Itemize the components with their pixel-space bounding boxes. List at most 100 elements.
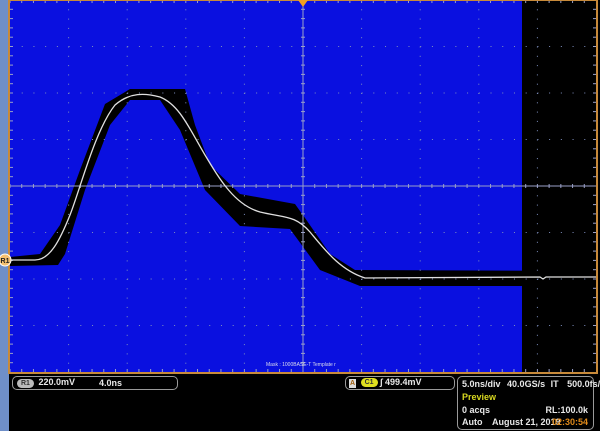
grid-dot: [138, 232, 140, 233]
grid-dot: [326, 139, 328, 140]
grid-dot: [338, 325, 340, 326]
grid-dot: [408, 232, 410, 233]
grid-dot: [185, 232, 187, 233]
grid-dot: [68, 325, 70, 326]
grid-dot: [256, 46, 258, 47]
grid-dot: [291, 278, 293, 280]
grid-dot: [56, 92, 58, 94]
grid-dot: [478, 306, 480, 308]
trigger-source-badge: C1: [360, 378, 378, 388]
grid-dot: [478, 223, 480, 225]
grid-dot: [185, 334, 187, 336]
grid-dot: [536, 74, 538, 76]
grid-dot: [478, 344, 480, 346]
grid-dot: [361, 334, 363, 336]
grid-dot: [326, 46, 328, 47]
grid-dot: [103, 325, 105, 326]
grid-dot: [478, 251, 480, 253]
grid-dot: [572, 278, 574, 280]
grid-dot: [185, 27, 187, 29]
reference-readout[interactable]: R1 220.0mV 4.0ns: [12, 376, 178, 390]
grid-dot: [584, 139, 586, 140]
grid-dot: [536, 334, 538, 336]
grid-dot: [21, 325, 23, 326]
grid-dot: [185, 278, 187, 280]
trigger-readout[interactable]: A C1 ∫ 499.4mV: [345, 376, 455, 390]
acq-state: Preview: [462, 392, 497, 402]
grid-dot: [103, 232, 105, 233]
grid-dot: [185, 65, 187, 67]
grid-dot: [419, 334, 421, 336]
grid-dot: [45, 325, 47, 326]
grid-dot: [478, 92, 480, 94]
grid-dot: [162, 92, 164, 94]
grid-dot: [537, 325, 539, 326]
grid-dot: [243, 74, 245, 76]
grid-dot: [467, 232, 469, 233]
grid-dot: [243, 269, 245, 271]
grid-dot: [243, 344, 245, 346]
grid-dot: [68, 334, 70, 336]
grid-dot: [478, 204, 480, 206]
grid-dot: [185, 297, 187, 299]
grid-dot: [243, 167, 245, 169]
grid-dot: [349, 139, 351, 140]
grid-dot: [197, 92, 199, 94]
grid-dot: [420, 92, 422, 94]
grid-dot: [419, 167, 421, 169]
grid-dot: [478, 148, 480, 150]
grid-dot: [314, 232, 316, 233]
reference-marker-label: R1: [1, 258, 10, 265]
grid-dot: [536, 27, 538, 29]
grid-dot: [338, 139, 340, 140]
grid-dot: [536, 148, 538, 150]
grid-dot: [68, 353, 70, 355]
grid-dot: [419, 102, 421, 104]
grid-dot: [419, 223, 421, 225]
grid-dot: [478, 316, 480, 318]
grid-dot: [174, 46, 176, 47]
grid-dot: [326, 325, 328, 326]
grid-dot: [126, 9, 128, 11]
grid-dot: [174, 232, 176, 233]
rising-edge-icon: ∫: [380, 377, 383, 387]
grid-dot: [126, 120, 128, 122]
grid-dot: [408, 92, 410, 94]
grid-dot: [33, 139, 35, 140]
grid-dot: [361, 46, 363, 47]
grid-dot: [584, 325, 586, 326]
waveform-display[interactable]: R1: [0, 0, 600, 375]
grid-dot: [56, 278, 58, 280]
grid-dot: [536, 260, 538, 262]
grid-dot: [361, 316, 363, 318]
grid-dot: [220, 325, 222, 326]
grid-dot: [243, 120, 245, 122]
grid-dot: [185, 288, 187, 290]
grid-dot: [291, 325, 293, 326]
grid-dot: [419, 158, 421, 160]
grid-dot: [536, 213, 538, 215]
grid-dot: [126, 260, 128, 262]
grid-dot: [162, 139, 164, 140]
grid-dot: [396, 139, 398, 140]
grid-dot: [490, 232, 492, 233]
grid-dot: [243, 316, 245, 318]
grid-dot: [431, 325, 433, 326]
grid-dot: [338, 46, 340, 47]
grid-dot: [244, 232, 246, 233]
grid-dot: [537, 139, 539, 140]
grid-dot: [314, 278, 316, 280]
grid-dot: [197, 325, 199, 326]
grid-dot: [185, 46, 187, 47]
grid-dot: [536, 167, 538, 169]
grid-dot: [361, 241, 363, 243]
grid-dot: [209, 46, 211, 47]
grid-dot: [126, 158, 128, 160]
grid-dot: [68, 288, 70, 290]
grid-dot: [127, 278, 129, 280]
grid-dot: [243, 176, 245, 178]
grid-dot: [256, 92, 258, 94]
grid-dot: [549, 278, 551, 280]
acquisition-readout[interactable]: 5.0ns/div 40.0GS/s IT 500.0fs/pt Preview…: [457, 376, 600, 430]
grid-dot: [408, 278, 410, 280]
